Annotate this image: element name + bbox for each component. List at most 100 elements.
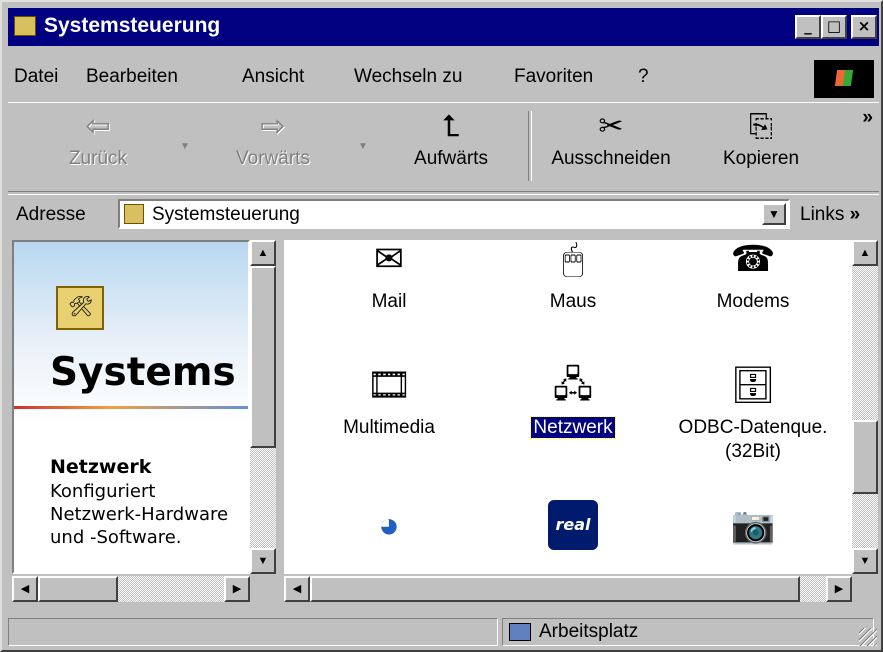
list-item[interactable]: ◕ <box>304 500 474 556</box>
menu-datei[interactable]: Datei <box>14 66 58 88</box>
quicktime-icon: ◕ <box>378 504 400 545</box>
scroll-right-button[interactable]: ▶ <box>224 576 250 602</box>
menu-favoriten[interactable]: Favoriten <box>514 66 593 88</box>
back-dropdown-icon[interactable]: ▼ <box>180 141 190 152</box>
menu-wechseln-zu[interactable]: Wechseln zu <box>354 66 462 88</box>
folder-up-icon: ⮤ <box>442 109 460 144</box>
info-horizontal-scrollbar[interactable]: ◀ ▶ <box>12 576 250 602</box>
back-button[interactable]: ⇦ Zurück <box>48 107 148 185</box>
menu-help[interactable]: ? <box>638 66 649 88</box>
scroll-thumb[interactable] <box>250 266 276 448</box>
maximize-button[interactable]: □ <box>821 15 847 39</box>
info-item-name: Netzwerk <box>50 456 152 478</box>
resize-grip[interactable] <box>859 628 877 646</box>
horizontal-scrollbar[interactable]: ◀ ▶ <box>284 576 852 602</box>
list-item-selected[interactable]: 🖧 Netzwerk <box>488 360 658 440</box>
scroll-right-button[interactable]: ▶ <box>826 576 852 602</box>
up-button[interactable]: ⮤ Aufwärts <box>396 107 506 185</box>
address-field[interactable]: Systemsteuerung ▼ <box>118 199 790 229</box>
selected-label: Netzwerk <box>530 416 616 439</box>
links-toolbar[interactable]: Links » <box>800 204 860 226</box>
menu-ansicht[interactable]: Ansicht <box>242 66 304 88</box>
item-label: Multimedia <box>343 417 435 438</box>
mail-icon: ✉ <box>373 240 405 279</box>
scroll-up-button[interactable]: ▲ <box>852 240 878 266</box>
forward-button[interactable]: ⇨ Vorwärts <box>218 107 328 185</box>
item-label-line2: (32Bit) <box>725 441 781 462</box>
up-label: Aufwärts <box>414 148 488 169</box>
status-cell-zone: Arbeitsplatz <box>502 618 874 646</box>
forward-label: Vorwärts <box>236 148 310 169</box>
list-item[interactable]: 🗄 ODBC-Datenque. (32Bit) <box>668 360 838 464</box>
icon-view: ✉ Mail 🖱 Maus ☎ Modems 🎞 Multimedia 🖧 Ne… <box>284 240 852 574</box>
list-item[interactable]: 📷 <box>668 500 838 556</box>
back-label: Zurück <box>68 148 128 169</box>
cut-button[interactable]: ✂ Ausschneiden <box>536 107 686 185</box>
control-panel-icon[interactable] <box>14 16 36 36</box>
menu-bar: Datei Bearbeiten Ansicht Wechseln zu Fav… <box>8 54 879 100</box>
windows-logo-icon <box>814 60 874 98</box>
status-bar: Arbeitsplatz <box>8 614 879 648</box>
scroll-up-button[interactable]: ▲ <box>250 240 276 266</box>
info-vertical-scrollbar[interactable]: ▲ ▼ <box>250 240 276 574</box>
list-item[interactable]: real <box>488 500 658 556</box>
title-bar[interactable]: Systemsteuerung _ □ × <box>8 8 879 46</box>
copy-icon: ⎘ <box>749 109 773 144</box>
window-title: Systemsteuerung <box>44 14 221 37</box>
item-label: Modems <box>716 291 790 312</box>
status-cell-main <box>8 618 498 646</box>
multimedia-icon: 🎞 <box>366 364 412 405</box>
item-label: Mail <box>371 291 407 312</box>
links-chevron[interactable]: » <box>850 204 861 225</box>
scroll-thumb[interactable] <box>852 420 878 494</box>
close-button[interactable]: × <box>851 15 877 39</box>
address-label: Adresse <box>16 204 86 225</box>
address-value[interactable]: Systemsteuerung <box>152 203 300 227</box>
scanner-camera-icon: 📷 <box>730 504 776 545</box>
info-item-description: Konfiguriert Netzwerk-Hardware und -Soft… <box>50 481 229 548</box>
scroll-thumb[interactable] <box>310 576 800 602</box>
mouse-icon: 🖱 <box>562 240 584 279</box>
forward-arrow-icon: ⇨ <box>260 109 286 144</box>
list-item[interactable]: 🖱 Maus <box>488 240 658 314</box>
scroll-left-button[interactable]: ◀ <box>284 576 310 602</box>
list-item[interactable]: ☎ Modems <box>668 240 838 314</box>
computer-icon <box>509 623 531 641</box>
scroll-left-button[interactable]: ◀ <box>12 576 38 602</box>
scissors-icon: ✂ <box>598 109 624 144</box>
toolbar-separator <box>528 111 532 181</box>
toolbar: ⇦ Zurück ▼ ⇨ Vorwärts ▼ ⮤ Aufwärts ✂ Aus… <box>8 102 879 192</box>
info-pane: 🛠 Systems Netzwerk Konfiguriert Netzwerk… <box>8 236 280 608</box>
modem-icon: ☎ <box>730 240 776 279</box>
odbc-icon: 🗄 <box>730 364 776 405</box>
content-area: 🛠 Systems Netzwerk Konfiguriert Netzwerk… <box>8 236 879 608</box>
explorer-window: Systemsteuerung _ □ × Datei Bearbeiten A… <box>0 0 883 652</box>
list-item[interactable]: ✉ Mail <box>304 240 474 314</box>
scroll-thumb[interactable] <box>38 576 118 602</box>
info-panel: 🛠 Systems Netzwerk Konfiguriert Netzwerk… <box>12 240 250 574</box>
links-label: Links <box>800 204 845 225</box>
real-player-icon: real <box>548 500 598 550</box>
item-label: Maus <box>549 291 597 312</box>
status-zone-text: Arbeitsplatz <box>539 621 639 642</box>
vertical-scrollbar[interactable]: ▲ ▼ <box>852 240 878 574</box>
scroll-down-button[interactable]: ▼ <box>852 548 878 574</box>
address-dropdown-button[interactable]: ▼ <box>762 203 786 225</box>
minimize-button[interactable]: _ <box>795 15 821 39</box>
list-item[interactable]: 🎞 Multimedia <box>304 360 474 440</box>
menu-bearbeiten[interactable]: Bearbeiten <box>86 66 178 88</box>
forward-dropdown-icon[interactable]: ▼ <box>358 141 368 152</box>
copy-button[interactable]: ⎘ Kopieren <box>706 107 816 185</box>
address-bar: Adresse Systemsteuerung ▼ Links » <box>8 194 879 233</box>
scroll-down-button[interactable]: ▼ <box>250 548 276 574</box>
info-divider <box>14 406 248 409</box>
back-arrow-icon: ⇦ <box>85 109 111 144</box>
toolbar-more-chevron[interactable]: » <box>862 107 873 129</box>
item-label: ODBC-Datenque. <box>678 417 828 438</box>
control-panel-large-icon: 🛠 <box>56 286 104 330</box>
control-panel-icon <box>124 204 144 224</box>
copy-label: Kopieren <box>722 148 800 169</box>
item-label: Netzwerk <box>488 416 658 440</box>
network-icon: 🖧 <box>552 364 594 405</box>
info-heading: Systems <box>50 350 236 395</box>
